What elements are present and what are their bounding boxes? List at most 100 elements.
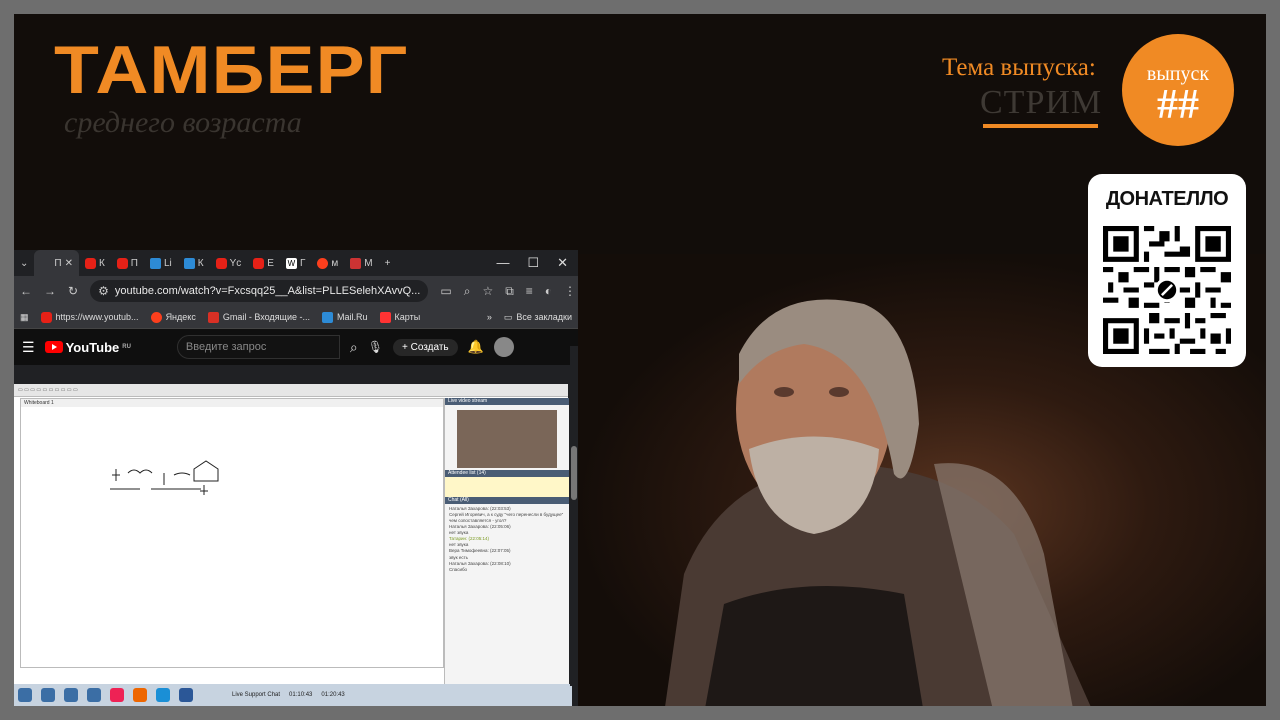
- bookmarks-bar: ▦ https://www.youtub... Яндекс Gmail - В…: [14, 306, 578, 329]
- youtube-search-input[interactable]: Введите запрос: [176, 335, 340, 359]
- maps-icon: [379, 311, 391, 323]
- whiteboard: Whiteboard 1: [20, 398, 444, 668]
- hamburger-icon[interactable]: ☰: [22, 339, 35, 356]
- page-icon: [40, 258, 51, 269]
- start-icon[interactable]: [18, 688, 32, 702]
- whiteboard-drawing: [110, 460, 219, 495]
- live-support-status[interactable]: Live Support Chat: [232, 692, 280, 698]
- apps-icon[interactable]: ▦: [20, 312, 29, 323]
- badge-number: ##: [1157, 82, 1199, 128]
- maximize-icon[interactable]: ☐: [527, 255, 539, 271]
- taskbar-app-icon[interactable]: [41, 688, 55, 702]
- extensions-icon[interactable]: ⧉: [505, 284, 514, 299]
- folder-icon: ▭: [503, 311, 513, 322]
- profile-icon[interactable]: ◐: [545, 284, 552, 298]
- all-bookmarks[interactable]: ▭ Все закладки: [504, 312, 572, 323]
- tab-label: К: [197, 257, 204, 269]
- chrome-icon[interactable]: [110, 688, 124, 702]
- bookmark-maps[interactable]: Карты: [379, 311, 420, 323]
- url-text: youtube.com/watch?v=Fxcsqq25__A&list=PLL…: [114, 285, 421, 297]
- tab-8[interactable]: м: [311, 250, 344, 276]
- bookmark-yandex[interactable]: Яндекс: [150, 311, 196, 323]
- close-window-icon[interactable]: ✕: [557, 255, 568, 271]
- search-icon[interactable]: ⌕: [350, 339, 358, 356]
- badge-label: выпуск: [1146, 63, 1210, 85]
- gmail-icon: [207, 311, 219, 323]
- youtube-icon: [84, 257, 96, 269]
- chat-header: Chat (All): [445, 497, 569, 504]
- tab-3[interactable]: Li: [144, 250, 178, 276]
- brand-subtitle: среднего возраста: [64, 106, 302, 139]
- attendee-list: [445, 477, 569, 497]
- back-icon[interactable]: ←: [20, 284, 32, 298]
- video-player[interactable]: ▭ ▭ ▭ ▭ ▭ ▭ ▭ ▭ ▭ ▭ Whiteboard 1 Live vi…: [14, 384, 569, 684]
- yandex-icon: [317, 257, 329, 269]
- bell-icon[interactable]: 🔔: [468, 339, 484, 355]
- create-button[interactable]: + Создать: [393, 338, 458, 356]
- site-icon: [183, 257, 195, 269]
- tab-list-button[interactable]: ⌄: [14, 250, 34, 276]
- bookmark-youtube[interactable]: https://www.youtub...: [40, 311, 139, 323]
- session-timer: 01:10:43: [289, 692, 313, 698]
- toolbar-item: ▭ ▭ ▭ ▭ ▭ ▭ ▭ ▭ ▭ ▭: [18, 387, 78, 393]
- webcam-thumbnail: [457, 410, 557, 468]
- tab-label: Е: [267, 257, 274, 269]
- episode-badge: выпуск ##: [1122, 34, 1234, 146]
- star-icon[interactable]: ☆: [482, 284, 493, 298]
- webinar-side-panel: Live video stream Attendee list (14) Cha…: [444, 398, 569, 684]
- skype-icon[interactable]: [156, 688, 170, 702]
- cast-icon[interactable]: ▭: [440, 284, 451, 298]
- tab-label: Yc: [229, 257, 242, 269]
- youtube-icon: [253, 257, 265, 269]
- forward-icon[interactable]: →: [44, 284, 56, 298]
- tab-6[interactable]: Е: [247, 250, 280, 276]
- bookmark-label: https://www.youtub...: [55, 312, 139, 322]
- attendees-header: Attendee list (14): [445, 470, 569, 477]
- taskbar-app-icon[interactable]: [87, 688, 101, 702]
- microphone-icon[interactable]: 🎙: [368, 340, 383, 354]
- scrollbar-thumb[interactable]: [571, 446, 577, 500]
- calendar-icon: [350, 257, 362, 269]
- bookmark-icon: [149, 257, 161, 269]
- page-scrollbar[interactable]: [570, 346, 578, 686]
- presenter-video: [665, 299, 1091, 706]
- zoom-icon[interactable]: ⌕: [464, 284, 471, 299]
- more-bookmarks-icon[interactable]: »: [487, 312, 492, 322]
- tab-label: П: [54, 257, 62, 269]
- minimize-icon[interactable]: —: [496, 255, 509, 271]
- all-bookmarks-label: Все закладки: [516, 312, 572, 322]
- tab-1[interactable]: К: [79, 250, 111, 276]
- avatar[interactable]: [493, 337, 514, 357]
- menu-icon[interactable]: ⋮: [564, 284, 576, 298]
- bookmark-mailru[interactable]: Mail.Ru: [322, 311, 368, 323]
- tab-5[interactable]: Yc: [210, 250, 248, 276]
- word-icon[interactable]: [179, 688, 193, 702]
- tab-2[interactable]: П: [111, 250, 144, 276]
- tab-bar: ⌄ П ✕ К П Li К Yc Е WГ м М + — ☐ ✕: [14, 250, 578, 276]
- bookmark-label: Яндекс: [165, 312, 196, 322]
- bookmark-gmail[interactable]: Gmail - Входящие -...: [207, 311, 310, 323]
- chat-line: Сергей Игоревич, а к суду "чего перенесл…: [449, 512, 564, 524]
- close-tab-icon[interactable]: ✕: [65, 258, 73, 269]
- chat-messages: Наталья Захарова: (22:03:53) Сергей Игор…: [445, 504, 569, 575]
- tab-4[interactable]: К: [178, 250, 210, 276]
- tab-7[interactable]: WГ: [280, 250, 311, 276]
- taskbar-app-icon[interactable]: [64, 688, 78, 702]
- tab-0[interactable]: П ✕: [34, 250, 79, 276]
- new-tab-button[interactable]: +: [379, 250, 397, 276]
- youtube-logo[interactable]: YouTube RU: [44, 340, 131, 355]
- whiteboard-title: Whiteboard 1: [21, 399, 443, 407]
- media-icon[interactable]: ≡: [526, 284, 533, 298]
- address-bar[interactable]: ⚙ youtube.com/watch?v=Fxcsqq25__A&list=P…: [90, 280, 429, 302]
- firefox-icon[interactable]: [133, 688, 147, 702]
- address-row: ← → ↻ ⚙ youtube.com/watch?v=Fxcsqq25__A&…: [14, 276, 578, 306]
- region-label: RU: [122, 344, 131, 350]
- chat-line: Спасибо: [449, 566, 468, 572]
- tab-9[interactable]: М: [344, 250, 378, 276]
- episode-topic: СТРИМ: [980, 84, 1103, 121]
- tab-label: Г: [299, 257, 306, 269]
- reload-icon[interactable]: ↻: [68, 284, 78, 298]
- youtube-icon: [40, 311, 52, 323]
- site-info-icon[interactable]: ⚙: [98, 284, 109, 298]
- brand-title: ТАМБЕРГ: [54, 32, 409, 108]
